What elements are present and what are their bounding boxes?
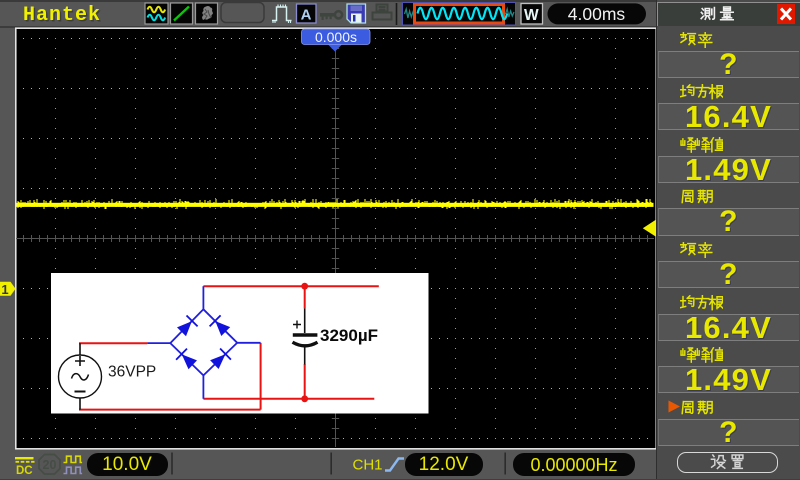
svg-text:20: 20 — [43, 458, 57, 472]
svg-text:0.000s: 0.000s — [315, 29, 357, 45]
svg-text:CH1: CH1 — [353, 457, 383, 474]
svg-text:A: A — [301, 7, 312, 24]
svg-text:W: W — [524, 7, 539, 24]
svg-text:3290µF: 3290µF — [320, 326, 378, 345]
svg-text:DC: DC — [16, 465, 33, 477]
svg-text:4.00ms: 4.00ms — [568, 4, 626, 24]
svg-text:1: 1 — [1, 282, 8, 297]
svg-text:36VPP: 36VPP — [108, 364, 156, 381]
